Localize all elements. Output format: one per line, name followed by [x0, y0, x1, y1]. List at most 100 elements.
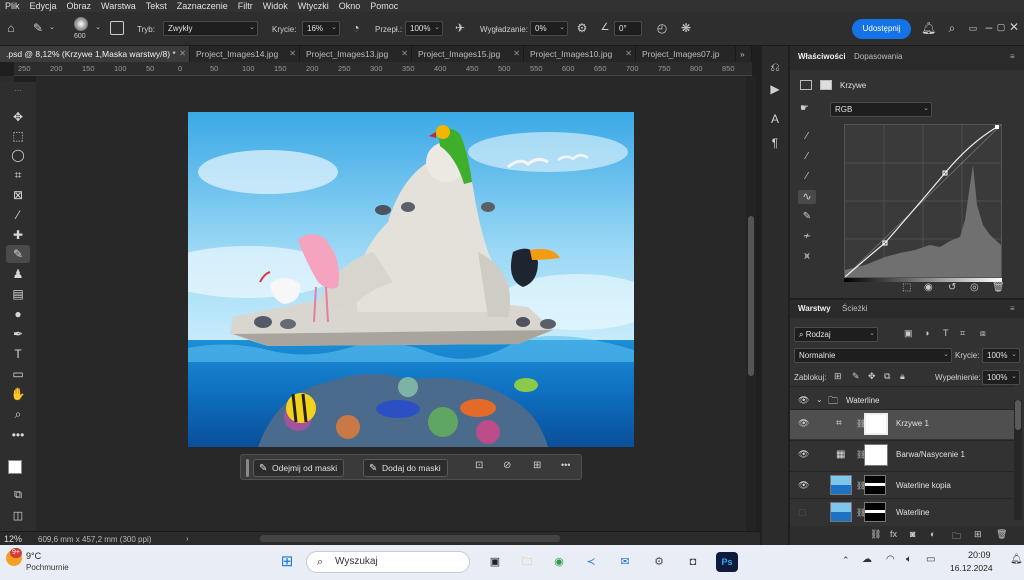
mask-link-icon[interactable]: ⊞ — [533, 460, 541, 471]
crop-tool-icon[interactable]: ⌗ — [6, 166, 30, 184]
clock-date[interactable]: 16.12.2024 — [950, 563, 993, 573]
layer-mask-thumbnail[interactable] — [864, 475, 886, 495]
menu-help[interactable]: Pomoc — [365, 0, 403, 12]
chevron-down-icon[interactable]: ⌄ — [816, 395, 823, 404]
new-adjustment-icon[interactable]: ◐ — [930, 529, 935, 539]
trash-icon[interactable]: 🗑︎ — [996, 529, 1007, 540]
black-point-eyedropper-icon[interactable]: ⁄ — [800, 130, 814, 144]
brush-preset-icon[interactable]: ✎ — [30, 21, 46, 35]
settings-gear-icon[interactable]: ⚙ — [648, 552, 670, 572]
menu-window[interactable]: Okno — [334, 0, 366, 12]
scrollbar-thumb[interactable] — [1015, 400, 1021, 430]
filter-type-icon[interactable]: T — [943, 328, 949, 338]
vertical-scrollbar[interactable] — [746, 76, 756, 531]
lock-all-icon[interactable]: 🔒︎ — [900, 371, 905, 382]
menu-plugins[interactable]: Wtyczki — [293, 0, 334, 12]
close-icon[interactable]: ✕ — [289, 46, 296, 62]
panel-menu-icon[interactable]: ≡ — [1010, 52, 1015, 61]
layer-thumbnail[interactable] — [830, 475, 852, 495]
curve-points-icon[interactable]: ∿ — [798, 190, 816, 204]
trash-icon[interactable]: 🗑︎ — [992, 282, 1005, 293]
filter-shape-icon[interactable]: ⌗ — [960, 328, 965, 339]
clipping-warning-icon[interactable]: ⩙ — [800, 250, 814, 264]
windows-start-icon[interactable]: ⊞ — [276, 552, 298, 572]
fill-field[interactable]: 100% ⌄ — [982, 370, 1020, 385]
search-icon[interactable]: ⌕ — [945, 21, 959, 35]
marquee-tool-icon[interactable]: ⬚ — [6, 127, 30, 145]
brush-tool-icon[interactable]: ✎ — [6, 245, 30, 263]
tab-layers[interactable]: Warstwy — [798, 304, 831, 313]
more-tools-icon[interactable]: ••• — [6, 426, 30, 444]
pen-tool-icon[interactable]: ✒ — [6, 325, 30, 343]
type-tool-icon[interactable]: T — [6, 345, 30, 363]
chevron-down-icon[interactable]: ⌄ — [48, 21, 56, 35]
camera-icon[interactable]: ◘ — [682, 552, 704, 572]
eyedropper-tool-icon[interactable]: ⁄ — [6, 206, 30, 224]
filter-adjustment-icon[interactable]: ◑ — [924, 328, 929, 338]
close-icon[interactable]: ✕ — [1009, 20, 1019, 34]
panel-menu-icon[interactable]: ≡ — [1010, 304, 1015, 313]
fx-icon[interactable]: fx — [890, 529, 897, 539]
flow-field[interactable]: 100% ⌄ — [405, 21, 443, 36]
quick-mask-icon[interactable]: ◫ — [6, 507, 30, 525]
document-canvas[interactable] — [188, 112, 634, 447]
vscode-icon[interactable]: ≺ — [580, 552, 602, 572]
mask-options-icon[interactable]: ⊡ — [475, 460, 483, 471]
pressure-opacity-icon[interactable]: ◔ — [348, 21, 364, 35]
add-to-mask-button[interactable]: ✎ Dodaj do maski — [363, 459, 448, 477]
mode-select[interactable]: Zwykły ⌄ — [163, 21, 258, 36]
foreground-color-swatch[interactable] — [8, 460, 22, 474]
history-icon[interactable]: ⎌ — [768, 60, 782, 74]
layer-hue-saturation-1[interactable]: 👁︎ ▦ ⛓ Barwa/Nasycenie 1 — [790, 440, 1014, 470]
toolbar-grip-icon[interactable]: ⋯ — [6, 82, 30, 100]
gray-point-eyedropper-icon[interactable]: ⁄ — [800, 150, 814, 164]
menu-image[interactable]: Obraz — [62, 0, 97, 12]
task-view-icon[interactable]: ▣ — [484, 552, 506, 572]
battery-icon[interactable]: ▭ — [926, 554, 935, 565]
curves-graph[interactable] — [844, 124, 1002, 278]
close-icon[interactable]: ✕ — [179, 46, 186, 62]
tab-document[interactable]: Project_Images15.jpg ✕ — [412, 46, 524, 62]
symmetry-icon[interactable]: ❋ — [678, 21, 694, 35]
tab-document[interactable]: Project_Images14.jpg ✕ — [190, 46, 300, 62]
minimize-icon[interactable]: – — [984, 20, 994, 34]
more-options-icon[interactable]: ••• — [561, 460, 570, 470]
close-icon[interactable]: ✕ — [625, 46, 632, 62]
chevron-down-icon[interactable]: ⌄ — [94, 21, 102, 35]
clock-time[interactable]: 20:09 — [968, 550, 991, 560]
horizontal-scrollbar[interactable] — [260, 535, 560, 542]
tab-document-active[interactable]: .psd @ 8,12% (Krzywe 1,Maska warstwy/8) … — [0, 46, 190, 62]
menu-filter[interactable]: Filtr — [233, 0, 258, 12]
clip-to-layer-icon[interactable]: ⬚ — [902, 282, 911, 293]
on-image-adjust-icon[interactable]: ☛ — [800, 103, 809, 114]
blend-mode-select[interactable]: Normalnie ⌄ — [794, 348, 952, 363]
new-layer-icon[interactable]: ⊞ — [974, 529, 982, 540]
lasso-tool-icon[interactable]: ◯ — [6, 146, 30, 164]
tab-properties[interactable]: Właściwości — [798, 52, 846, 61]
brush-size-preview[interactable] — [74, 17, 88, 31]
lock-pixels-icon[interactable]: ✎ — [852, 371, 860, 382]
bell-icon[interactable]: 🔔︎ — [921, 21, 936, 35]
smoothing-field[interactable]: 0% ⌄ — [530, 21, 568, 36]
actions-play-icon[interactable]: ▶ — [768, 82, 782, 96]
opacity-field[interactable]: 16% ⌄ — [302, 21, 340, 36]
tab-document[interactable]: Project_Images10.jpg ✕ — [524, 46, 636, 62]
layer-mask-thumbnail[interactable] — [864, 444, 888, 466]
screen-mode-icon[interactable]: ⧉ — [6, 486, 30, 504]
link-layers-icon[interactable]: ⛓ — [870, 529, 881, 540]
lock-transparency-icon[interactable]: ⊞ — [834, 371, 842, 382]
workspace-icon[interactable]: ▭ — [966, 21, 980, 35]
tab-document[interactable]: Project_Images13.jpg ✕ — [300, 46, 412, 62]
move-tool-icon[interactable]: ✥ — [6, 108, 30, 126]
eye-hidden-icon[interactable]: ▢ — [798, 507, 807, 518]
drag-handle[interactable] — [246, 459, 249, 477]
chrome-icon[interactable]: ◉ — [548, 552, 570, 572]
layer-mask-icon[interactable] — [820, 80, 832, 90]
tab-document[interactable]: Project_Images07.jp — [636, 46, 736, 62]
invert-mask-icon[interactable]: ⊘ — [503, 460, 511, 471]
menu-view[interactable]: Widok — [258, 0, 293, 12]
filter-pixel-icon[interactable]: ▣ — [904, 328, 913, 339]
menu-layer[interactable]: Warstwa — [96, 0, 141, 12]
canvas-area[interactable]: ✎ Odejmij od maski ✎ Dodaj do maski ⊡ ⊘ … — [36, 76, 746, 531]
close-icon[interactable]: ✕ — [513, 46, 520, 62]
